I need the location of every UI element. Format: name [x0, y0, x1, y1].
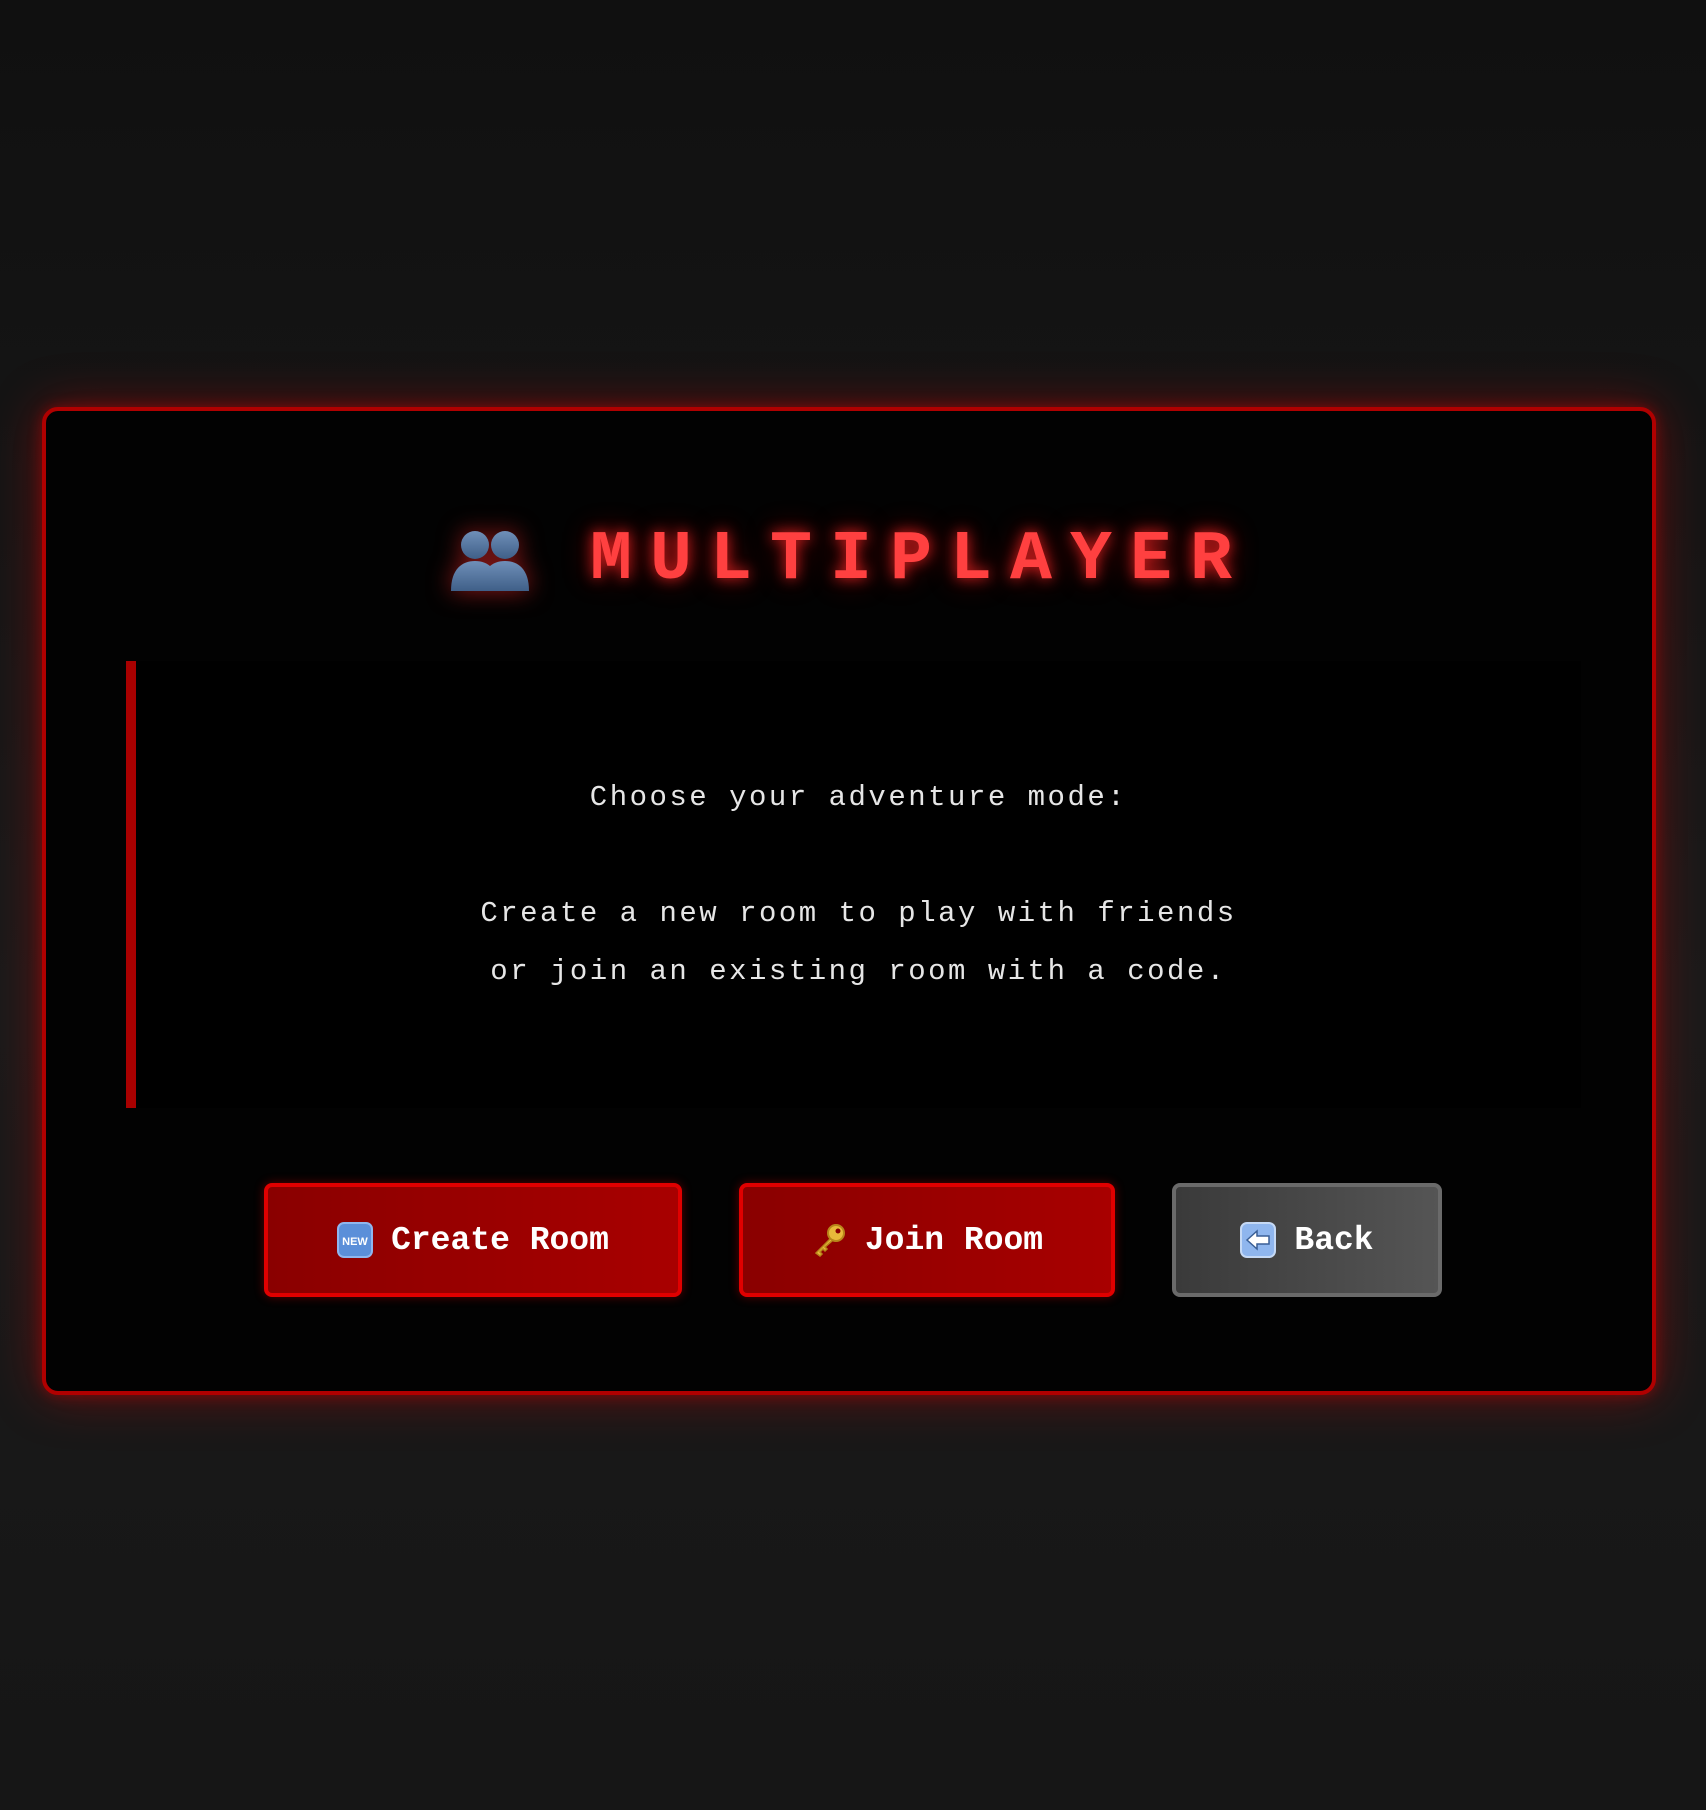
info-line-2: or join an existing room with a code.	[490, 954, 1227, 988]
create-room-label: Create Room	[391, 1221, 609, 1259]
join-room-label: Join Room	[864, 1221, 1044, 1259]
info-box: Choose your adventure mode: Create a new…	[126, 661, 1581, 1108]
left-arrow-icon	[1240, 1222, 1277, 1258]
join-room-button[interactable]: Join Room	[739, 1183, 1115, 1297]
info-heading: Choose your adventure mode:	[589, 780, 1128, 814]
button-row: NEW Create Room Join Room Back	[46, 1183, 1652, 1297]
key-icon	[814, 1224, 845, 1257]
multiplayer-panel: MULTIPLAYER Choose your adventure mode: …	[42, 407, 1656, 1395]
svg-text:NEW: NEW	[342, 1236, 368, 1248]
create-room-button[interactable]: NEW Create Room	[264, 1183, 682, 1297]
back-button[interactable]: Back	[1172, 1183, 1442, 1297]
title-row: MULTIPLAYER	[46, 511, 1652, 611]
page-title: MULTIPLAYER	[589, 521, 1251, 600]
new-badge-icon: NEW	[337, 1222, 374, 1258]
back-label: Back	[1294, 1221, 1374, 1259]
two-people-icon	[450, 531, 529, 591]
info-line-1: Create a new room to play with friends	[480, 896, 1237, 930]
